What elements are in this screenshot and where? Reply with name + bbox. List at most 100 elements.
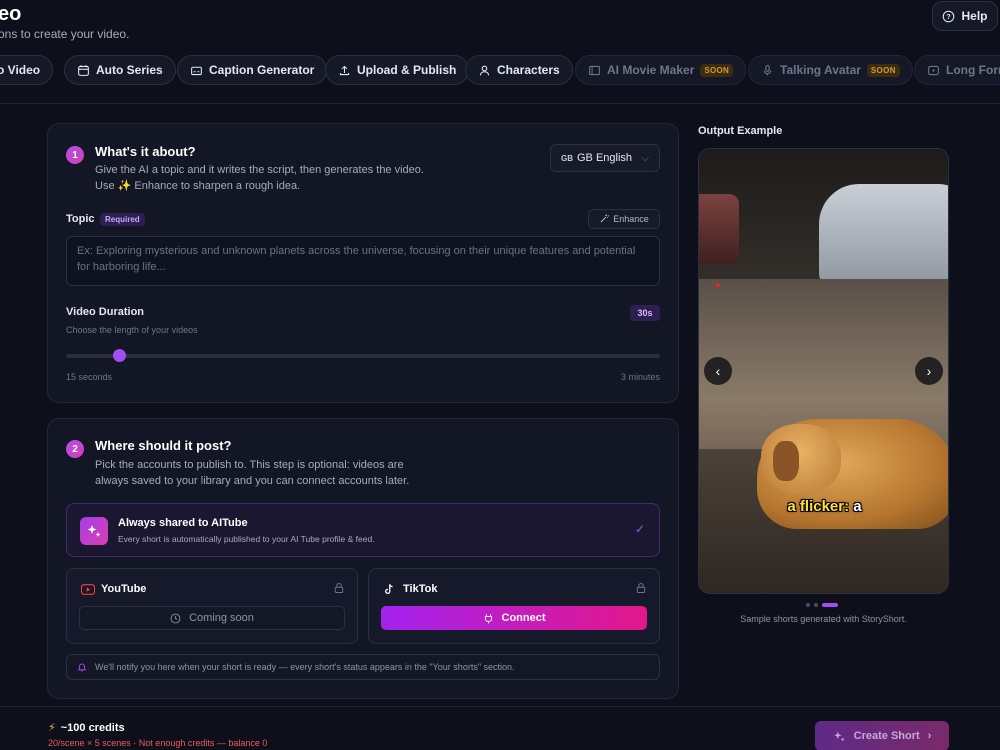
tab-label: Long Form <box>946 63 1000 77</box>
youtube-card: YouTube Coming soon <box>66 568 358 644</box>
tab-upload-publish[interactable]: Upload & Publish <box>325 55 470 85</box>
credits-warning: 20/scene × 5 scenes · Not enough credits… <box>48 738 268 748</box>
footer-bar: ⚡ ~100 credits 20/scene × 5 scenes · Not… <box>0 706 1000 750</box>
tiktok-label: TikTok <box>403 583 438 595</box>
check-icon: ✓ <box>634 522 645 536</box>
enhance-button[interactable]: Enhance <box>588 209 660 229</box>
help-icon: ? <box>943 10 955 22</box>
caption-icon <box>191 66 202 75</box>
tab-characters[interactable]: Characters <box>465 55 573 85</box>
tiktok-icon <box>385 584 393 595</box>
soon-badge: SOON <box>700 63 734 77</box>
tab-label: Talking Avatar <box>780 63 861 77</box>
notify-text: We'll notify you here when your short is… <box>95 662 515 672</box>
page-title: eo <box>0 3 22 25</box>
tab-label: Caption Generator <box>209 63 315 77</box>
calendar-icon <box>78 64 89 76</box>
tab-label: Auto Series <box>96 63 163 77</box>
enhance-label: Enhance <box>613 214 649 224</box>
plug-icon <box>484 613 492 623</box>
tab-auto-series[interactable]: Auto Series <box>64 55 176 85</box>
aitube-share-box: Always shared to AITube Every short is a… <box>66 503 660 557</box>
sparkles-icon <box>80 517 108 545</box>
credits-display: ⚡ ~100 credits <box>48 721 125 735</box>
step-number: 2 <box>66 440 84 458</box>
duration-slider-track[interactable] <box>66 354 660 358</box>
upload-icon <box>339 65 350 75</box>
film-icon <box>589 65 600 75</box>
publish-card: 2 Where should it post? Pick the account… <box>47 418 679 699</box>
topic-input[interactable]: Ex: Exploring mysterious and unknown pla… <box>66 236 660 286</box>
user-icon <box>479 65 490 75</box>
chevron-right-icon: › <box>927 730 932 742</box>
duration-label: Video Duration <box>66 306 145 318</box>
card-description: Pick the accounts to publish to. This st… <box>95 459 410 487</box>
sparkles-icon <box>833 731 845 741</box>
youtube-coming-soon-button[interactable]: Coming soon <box>79 606 345 630</box>
youtube-icon <box>81 584 95 595</box>
svg-text:?: ? <box>947 12 952 21</box>
flag-icon: GB <box>561 153 573 163</box>
tab-caption-generator[interactable]: Caption Generator <box>177 55 328 85</box>
video-caption: a flicker: a <box>787 498 862 515</box>
tab-ai-movie-maker[interactable]: AI Movie Maker SOON <box>575 55 747 85</box>
youtube-action-label: Coming soon <box>189 612 254 624</box>
sample-note: Sample shorts generated with StoryShort. <box>740 614 907 624</box>
youtube-label: YouTube <box>101 583 147 595</box>
topic-label: Topic <box>66 213 95 225</box>
carousel-dot[interactable] <box>814 603 818 607</box>
help-button[interactable]: ? Help <box>932 1 998 31</box>
tab-long-form[interactable]: Long Form <box>914 55 1000 85</box>
card-title: Where should it post? <box>95 438 232 453</box>
carousel-dot[interactable] <box>806 603 810 607</box>
carousel-dots <box>806 603 838 607</box>
play-icon <box>928 65 939 75</box>
tab-label: Characters <box>497 63 560 77</box>
step-number: 1 <box>66 146 84 164</box>
help-label: Help <box>961 9 988 23</box>
tiktok-card: TikTok Connect <box>368 568 660 644</box>
page-subtitle: ons to create your video. <box>0 27 130 41</box>
page-header: eo ons to create your video. ? Help to V… <box>0 0 1000 104</box>
tab-to-video[interactable]: to Video <box>0 55 54 85</box>
carousel-dot-active[interactable] <box>822 603 838 607</box>
topic-card: 1 What's it about? Give the AI a topic a… <box>47 123 679 403</box>
required-badge: Required <box>100 213 145 226</box>
lock-icon <box>334 583 344 593</box>
tab-label: AI Movie Maker <box>607 63 695 77</box>
chevron-right-icon[interactable]: › <box>915 357 943 385</box>
tiktok-connect-button[interactable]: Connect <box>381 606 647 630</box>
chevron-down-icon: ⌵ <box>641 152 649 164</box>
credits-label: ~100 credits <box>60 721 125 734</box>
chevron-left-icon[interactable]: ‹ <box>704 357 732 385</box>
magic-wand-icon <box>600 214 610 223</box>
sparkle-icon: ✨ <box>117 180 132 192</box>
duration-value-badge: 30s <box>630 305 660 321</box>
aitube-title: Always shared to AITube <box>118 517 248 529</box>
output-example-title: Output Example <box>698 125 783 137</box>
tab-talking-avatar[interactable]: Talking Avatar SOON <box>748 55 913 85</box>
tiktok-action-label: Connect <box>501 612 546 624</box>
aitube-description: Every short is automatically published t… <box>118 534 375 544</box>
slider-min-label: 15 seconds <box>66 372 113 382</box>
duration-hint: Choose the length of your videos <box>66 325 198 335</box>
bell-icon <box>77 663 87 672</box>
lock-icon <box>636 583 646 593</box>
sample-video[interactable]: a flicker: a ‹ › <box>698 148 949 594</box>
tab-label: to Video <box>0 63 41 77</box>
lightning-icon: ⚡ <box>48 722 56 734</box>
language-select[interactable]: GB GB English ⌵ <box>550 144 660 172</box>
notify-banner: We'll notify you here when your short is… <box>66 654 660 680</box>
create-label: Create Short <box>853 730 920 742</box>
tool-tabs: to Video Auto Series Caption Generator U… <box>0 55 1000 85</box>
language-value: GB English <box>577 152 633 164</box>
slider-max-label: 3 minutes <box>620 372 660 382</box>
soon-badge: SOON <box>866 63 900 77</box>
microphone-icon <box>763 64 772 75</box>
duration-slider-thumb[interactable] <box>112 349 126 362</box>
clock-icon <box>170 613 181 623</box>
create-short-button[interactable]: Create Short › <box>815 721 949 750</box>
card-description: Give the AI a topic and it writes the sc… <box>95 164 424 192</box>
card-title: What's it about? <box>95 144 196 159</box>
tab-label: Upload & Publish <box>357 63 457 77</box>
